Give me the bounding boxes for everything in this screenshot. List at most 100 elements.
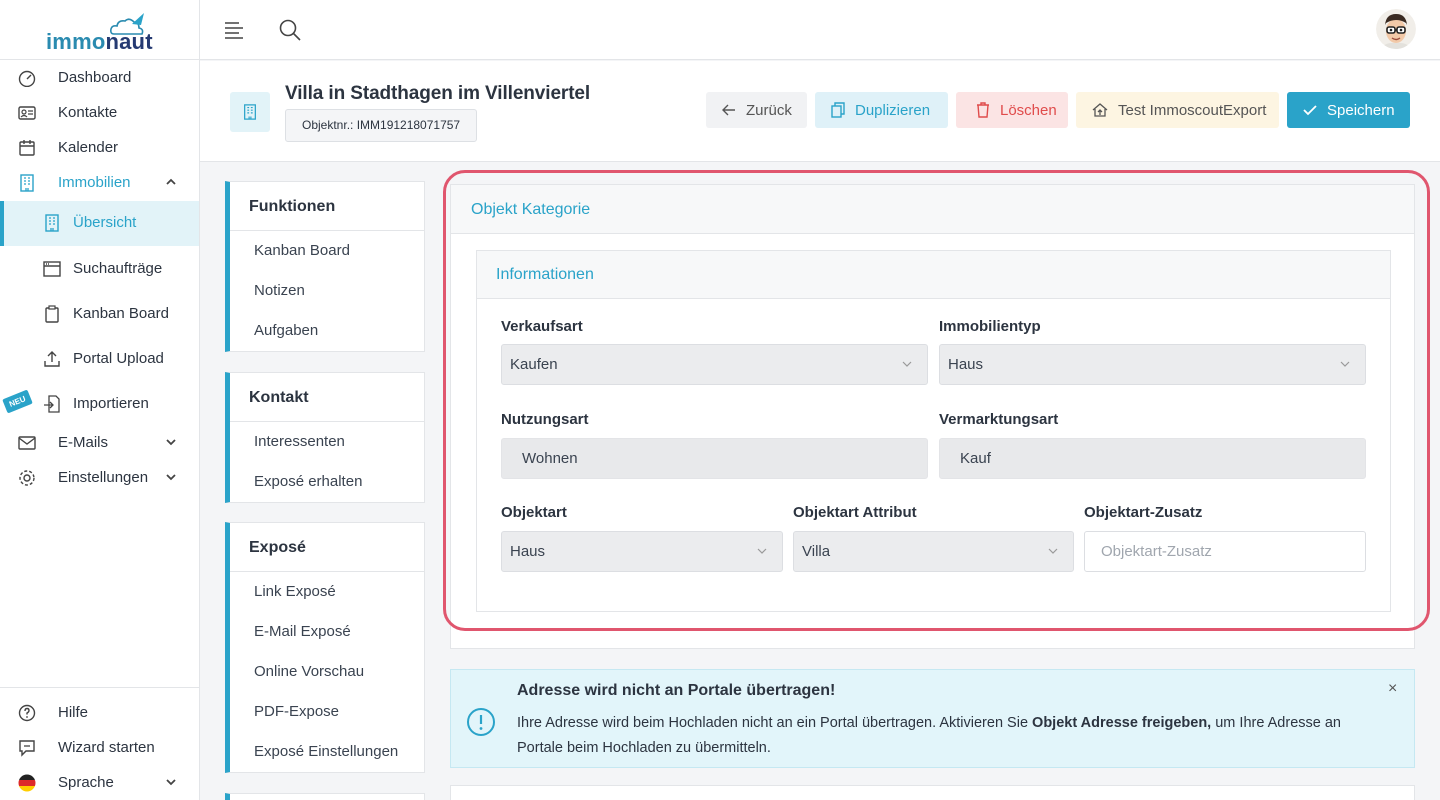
link-aufgaben[interactable]: Aufgaben (230, 311, 424, 351)
information-section: Informationen Verkaufsart Kaufen Immobil… (476, 250, 1391, 612)
chevron-down-icon (1340, 361, 1350, 367)
immobilientyp-value: Haus (948, 356, 984, 373)
logo[interactable]: immonaut (0, 0, 199, 60)
link-expose-einstellungen[interactable]: Exposé Einstellungen (230, 732, 424, 772)
alert-body: Ihre Adresse wird beim Hochladen nicht a… (517, 715, 1341, 756)
objektart-zusatz-label: Objektart-Zusatz (1084, 504, 1203, 521)
save-button-label: Speichern (1327, 101, 1395, 119)
vermarktungsart-label: Vermarktungsart (939, 411, 1059, 428)
duplicate-button[interactable]: Duplizieren (815, 92, 948, 128)
immobilientyp-label: Immobilientyp (939, 318, 1041, 335)
test-export-button[interactable]: Test ImmoscoutExport (1076, 92, 1279, 128)
import-icon (44, 395, 60, 413)
copy-icon (831, 102, 845, 118)
expose-card: Exposé Link Exposé E-Mail Exposé Online … (225, 522, 425, 773)
objektart-select[interactable]: Haus (501, 531, 783, 572)
sidebar-item-label: Importieren (73, 395, 149, 412)
objektart-attribut-select[interactable]: Villa (793, 531, 1074, 572)
verkaufsart-select[interactable]: Kaufen (501, 344, 928, 385)
sidebar-item-hilfe[interactable]: Hilfe (0, 696, 199, 730)
link-online-vorschau[interactable]: Online Vorschau (230, 652, 424, 692)
building-icon (244, 104, 256, 120)
card-title: Exposé (230, 523, 424, 572)
objektart-zusatz-input[interactable]: Objektart-Zusatz (1084, 531, 1366, 572)
delete-button-label: Löschen (1000, 101, 1057, 119)
close-icon[interactable]: × (1388, 680, 1397, 698)
building-icon (45, 214, 59, 232)
sidebar-item-label: Kalender (58, 139, 119, 156)
sidebar-item-dashboard[interactable]: Dashboard (0, 61, 199, 95)
delete-button[interactable]: Löschen (956, 92, 1068, 128)
functions-card: Funktionen Kanban Board Notizen Aufgaben (225, 181, 425, 352)
speedometer-icon (18, 70, 36, 87)
german-flag-icon (18, 774, 36, 792)
sidebar-item-emails[interactable]: E-Mails (0, 426, 199, 460)
verkaufsart-value: Kaufen (510, 356, 558, 373)
nutzungsart-value: Wohnen (522, 450, 578, 467)
sidebar-item-kontakte[interactable]: Kontakte (0, 96, 199, 130)
immobilientyp-select[interactable]: Haus (939, 344, 1366, 385)
mail-icon (18, 436, 36, 450)
check-icon (1303, 105, 1317, 116)
sidebar-item-label: Kontakte (58, 104, 118, 121)
sidebar-item-label: Kanban Board (73, 305, 169, 322)
building-icon (20, 174, 34, 192)
link-kanban-board[interactable]: Kanban Board (230, 231, 424, 271)
user-avatar[interactable] (1376, 9, 1416, 49)
sidebar-item-einstellungen[interactable]: Einstellungen (0, 461, 199, 495)
sidebar-item-kalender[interactable]: Kalender (0, 131, 199, 165)
search-icon[interactable] (279, 19, 301, 41)
sidebar-item-label: Einstellungen (58, 469, 149, 486)
test-export-button-label: Test ImmoscoutExport (1118, 101, 1267, 119)
chat-icon (19, 740, 35, 757)
back-button[interactable]: Zurück (706, 92, 807, 128)
next-panel-partial (450, 785, 1415, 800)
sidebar-item-label: Sprache (58, 774, 114, 791)
sidebar-item-suchauftraege[interactable]: Suchaufträge (0, 252, 199, 286)
gear-icon (19, 470, 35, 486)
link-notizen[interactable]: Notizen (230, 271, 424, 311)
browser-window-icon (43, 261, 61, 277)
duplicate-button-label: Duplizieren (855, 101, 931, 119)
sidebar-item-kanban-board[interactable]: Kanban Board (0, 297, 199, 331)
vermarktungsart-value: Kauf (960, 450, 991, 467)
sidebar-item-wizard[interactable]: Wizard starten (0, 731, 199, 765)
vermarktungsart-field: Kauf (939, 438, 1366, 479)
card-title: Funktionen (230, 182, 424, 231)
link-interessenten[interactable]: Interessenten (230, 422, 424, 462)
objektart-attribut-label: Objektart Attribut (793, 504, 917, 521)
sidebar: immonaut Dashboard Kontakte Kalender Imm… (0, 0, 200, 800)
alert-title: Adresse wird nicht an Portale übertragen… (517, 682, 836, 699)
link-link-expose[interactable]: Link Exposé (230, 572, 424, 612)
sidebar-item-importieren[interactable]: Importieren (0, 387, 199, 421)
contact-card: Kontakt Interessenten Exposé erhalten (225, 372, 425, 503)
verkaufsart-label: Verkaufsart (501, 318, 583, 335)
sidebar-item-sprache[interactable]: Sprache (0, 766, 199, 800)
objektart-attribut-value: Villa (802, 543, 831, 560)
sidebar-item-portal-upload[interactable]: Portal Upload (0, 342, 199, 376)
link-pdf-expose[interactable]: PDF-Expose (230, 692, 424, 732)
objektart-value: Haus (510, 543, 546, 560)
chevron-down-icon (166, 439, 176, 446)
link-email-expose[interactable]: E-Mail Exposé (230, 612, 424, 652)
object-type-box (230, 92, 270, 132)
sidebar-item-label: Immobilien (58, 174, 131, 191)
object-header: Villa in Stadthagen im Villenviertel Obj… (200, 61, 1440, 162)
card-title: Kontakt (230, 373, 424, 422)
object-category-panel: Objekt Kategorie Informationen Verkaufsa… (450, 184, 1415, 649)
chevron-down-icon (166, 474, 176, 481)
back-button-label: Zurück (746, 101, 792, 119)
object-number-badge: Objektnr.: IMM191218071757 (285, 109, 478, 142)
panel-title: Objekt Kategorie (451, 185, 1414, 234)
sidebar-item-immobilien[interactable]: Immobilien (0, 166, 199, 200)
link-expose-erhalten[interactable]: Exposé erhalten (230, 462, 424, 502)
menu-icon[interactable] (224, 20, 244, 40)
sidebar-item-label: Portal Upload (73, 350, 164, 367)
save-button[interactable]: Speichern (1287, 92, 1410, 128)
chevron-down-icon (1048, 548, 1058, 554)
sidebar-item-uebersicht[interactable]: Übersicht (0, 201, 199, 246)
clipboard-icon (45, 305, 59, 323)
sidebar-divider (0, 687, 199, 688)
avatar-illustration (1376, 9, 1416, 49)
alert-circle-icon (467, 708, 495, 736)
